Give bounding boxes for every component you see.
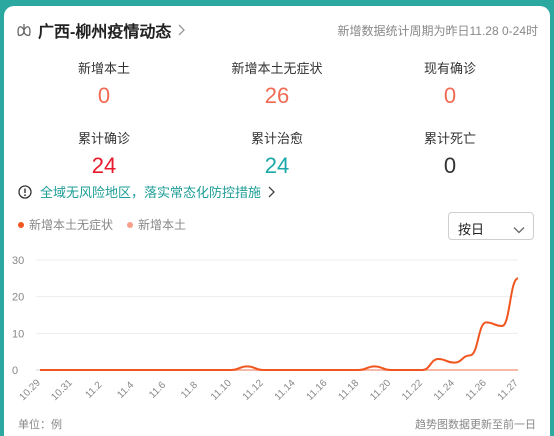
legend-label: 新增本土 [138,218,187,232]
stat-label: 现有确诊 [423,61,476,76]
y-tick-label: 0 [12,365,18,377]
legend-dot [127,221,134,228]
stat-label: 累计确诊 [77,131,130,146]
info-icon [18,184,32,199]
stat-total-confirmed: 累计确诊 24 [24,128,184,179]
x-tick-label: 11.8 [179,379,200,400]
chevron-right-icon [267,186,275,198]
x-tick-label: 11.16 [305,377,330,402]
chart-legend: 新增本土无症状 新增本土 [18,216,200,233]
x-tick-label: 11.4 [115,379,136,400]
chart-footer: 单位：例 趋势图数据更新至前一日 [18,416,536,432]
x-tick-label: 11.24 [432,377,457,402]
x-tick-label: 11.12 [241,377,266,402]
unit-label: 单位：例 [18,419,62,431]
stat-value: 0 [443,153,457,178]
period-select-value: 按日 [458,222,485,237]
notice-text: 全域无风险地区，落实常态化防控措施 [40,185,262,200]
x-tick-label: 11.20 [368,377,393,402]
x-tick-label: 10.29 [17,377,43,403]
stat-value: 26 [264,83,290,108]
x-tick-label: 11.22 [400,377,425,402]
trend-chart: 0 10 20 30 10.29 10.31 11.2 11.4 11.6 11.8 11.10 11… [12,255,521,403]
stat-value: 24 [264,153,290,178]
x-tick-label: 11.6 [147,379,168,400]
x-tick-label: 11.10 [209,377,234,402]
series-line [40,277,519,371]
legend-item-local[interactable]: 新增本土 [127,216,186,233]
x-tick-label: 11.14 [273,377,298,402]
x-tick-label: 11.2 [83,379,104,400]
y-tick-label: 30 [12,255,24,267]
stat-value: 0 [443,83,457,108]
x-tick-label: 10.31 [49,377,75,403]
chevron-down-icon [513,222,525,237]
stat-label: 累计死亡 [423,131,476,146]
legend-dot [18,221,24,228]
x-tick-label: 11.27 [496,377,521,402]
stat-current-confirmed: 现有确诊 0 [370,58,530,109]
x-tick-label: 11.18 [336,377,361,402]
legend-item-asymptomatic[interactable]: 新增本土无症状 [18,216,113,233]
stat-label: 新增本土无症状 [231,61,323,76]
stat-total-deaths: 累计死亡 0 [370,128,530,179]
risk-notice-link[interactable]: 全域无风险地区，落实常态化防控措施 [18,182,275,201]
legend-label: 新增本土无症状 [29,218,114,232]
lungs-icon [16,22,32,38]
y-tick-label: 20 [12,292,24,304]
chevron-right-icon [177,24,186,36]
stat-new-asymptomatic: 新增本土无症状 26 [197,58,357,109]
title-link[interactable]: 广西-柳州疫情动态 [16,18,186,42]
update-note: 趋势图数据更新至前一日 [415,419,536,431]
card-header: 广西-柳州疫情动态 新增数据统计周期为昨日11.28 0-24时 [16,18,542,42]
page-title: 广西-柳州疫情动态 [38,24,172,41]
stat-label: 累计治愈 [250,131,303,146]
stat-new-local: 新增本土 0 [24,58,184,109]
period-select[interactable]: 按日 [448,212,534,240]
epidemic-card: 广西-柳州疫情动态 新增数据统计周期为昨日11.28 0-24时 新增本土 0 … [4,6,550,436]
stat-value: 24 [91,153,117,178]
stat-label: 新增本土 [77,61,130,76]
stat-period-text: 新增数据统计周期为昨日11.28 0-24时 [337,24,539,38]
y-tick-label: 10 [12,328,24,340]
stat-total-cured: 累计治愈 24 [197,128,357,179]
x-tick-label: 11.26 [464,377,489,402]
stat-value: 0 [97,83,111,108]
